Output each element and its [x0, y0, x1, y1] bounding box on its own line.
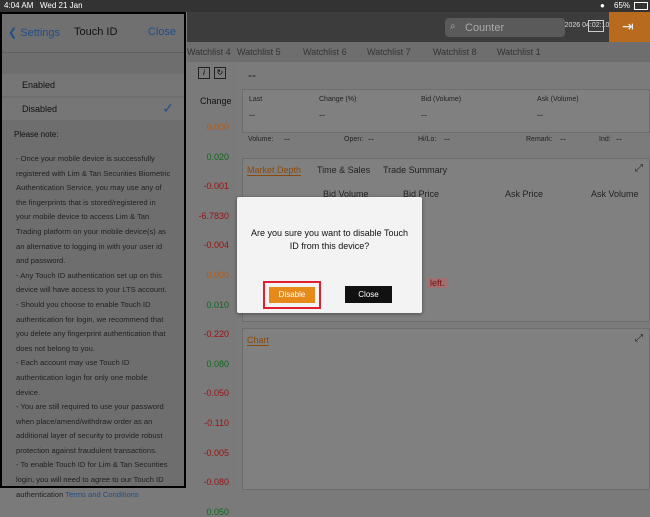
tab-watchlist-8[interactable]: Watchlist 8 — [433, 47, 477, 57]
quote-change-value: 0.000 — [206, 270, 229, 280]
ind-label: Ind: — [599, 136, 611, 143]
ind-value: -- — [616, 134, 622, 144]
tab-market-depth[interactable]: Market Depth — [247, 165, 302, 176]
mail-icon[interactable] — [588, 20, 604, 32]
quote-change-value: -0.004 — [203, 240, 229, 251]
note-paragraph: - You are still required to use your pas… — [16, 402, 164, 455]
remark-value: -- — [560, 134, 566, 144]
disable-button-highlight: Disable — [263, 281, 321, 309]
back-to-settings-button[interactable]: ❮ Settings — [8, 26, 60, 39]
quote-change-value: 0.020 — [206, 151, 229, 162]
settings-nav-bar: ❮ Settings Touch ID Close — [2, 14, 184, 53]
note-paragraph: - Each account may use Touch ID authenti… — [16, 358, 148, 397]
quote-change-value: -0.220 — [203, 329, 229, 340]
hilo-label: Hi/Lo: — [418, 136, 437, 143]
tab-watchlist-7[interactable]: Watchlist 7 — [367, 47, 411, 57]
battery-percent: 65% — [614, 1, 631, 10]
close-dialog-button[interactable]: Close — [345, 286, 392, 303]
note-title: Please note: — [14, 130, 59, 139]
tab-watchlist-6[interactable]: Watchlist 6 — [303, 47, 347, 57]
remark-label: Remark: — [526, 136, 553, 143]
quote-change-value: -0.001 — [203, 181, 229, 192]
note-paragraph: - Any Touch ID authentication set up on … — [16, 270, 167, 295]
volume-value: -- — [284, 134, 290, 144]
quote-change-value: 0.050 — [206, 506, 229, 517]
logout-button[interactable]: ⇥ — [609, 12, 650, 42]
option-disabled[interactable]: Disabled ✓ — [2, 98, 184, 120]
wifi-icon: ● — [600, 1, 605, 10]
tab-trade-summary[interactable]: Trade Summary — [383, 165, 447, 175]
quote-change-value: 0.010 — [206, 299, 229, 310]
status-time: 4:04 AM — [4, 1, 34, 10]
status-date: Wed 21 Jan — [40, 1, 83, 10]
tab-time-sales[interactable]: Time & Sales — [317, 165, 370, 175]
quote-list: i ↻ Change 0.000 0.020 -0.001 -6.7830 -0.004… — [192, 66, 232, 517]
ask-value: -- — [537, 110, 543, 120]
open-label: Open: — [344, 136, 364, 143]
back-label: Settings — [20, 27, 61, 39]
change-column-header: Change — [200, 96, 232, 106]
chart-tab[interactable]: Chart — [247, 335, 270, 346]
option-enabled-label: Enabled — [22, 80, 56, 90]
quote-change-value: -0.005 — [203, 447, 229, 458]
info-icon[interactable]: i — [198, 67, 210, 79]
touch-id-settings-pane: ❮ Settings Touch ID Close Enabled Disabl… — [0, 12, 186, 499]
quote-change-value: -0.050 — [203, 388, 229, 399]
search-icon: ⌕ — [450, 21, 456, 32]
expand-icon[interactable]: ⤢ — [635, 163, 643, 174]
chart-panel: Chart ⤢ — [242, 328, 650, 490]
note-paragraph: - Should you choose to enable Touch ID a… — [16, 299, 166, 353]
bid-label: Bid (Volume) — [421, 96, 462, 103]
last-value: -- — [249, 110, 255, 120]
ask-label: Ask (Volume) — [537, 96, 579, 103]
search-placeholder: Counter — [465, 22, 505, 34]
change-value: -- — [319, 110, 325, 120]
note-body: - Once your mobile device is successfull… — [16, 152, 172, 502]
ask-price-header: Ask Price — [505, 189, 544, 199]
settings-title: Touch ID — [74, 26, 118, 38]
option-disabled-label: Disabled — [22, 104, 58, 114]
tab-watchlist-5[interactable]: Watchlist 5 — [237, 47, 281, 57]
quote-change-value: -6.7830 — [198, 210, 229, 221]
note-paragraph: - Once your mobile device is successfull… — [16, 154, 171, 266]
tab-watchlist-1[interactable]: Watchlist 1 — [497, 47, 541, 57]
last-label: Last — [249, 96, 263, 103]
hilo-value: -- — [444, 134, 450, 144]
chevron-left-icon: ❮ — [8, 27, 18, 39]
volume-label: Volume: — [248, 136, 274, 143]
quote-change-value: -0.110 — [204, 418, 229, 428]
remaining-text: left. — [428, 278, 447, 288]
battery-icon — [634, 2, 648, 10]
chart-expand-icon[interactable]: ⤢ — [635, 333, 643, 344]
quote-change-value: -0.080 — [203, 477, 229, 488]
symbol-name: -- — [248, 68, 256, 82]
dialog-message: Are you sure you want to disable Touch I… — [251, 228, 408, 251]
bid-value: -- — [421, 110, 427, 120]
quote-change-value: 0.000 — [206, 122, 229, 132]
terms-link[interactable]: Terms and Conditions — [65, 490, 138, 499]
note-paragraph: - To enable Touch ID for Lim & Tan Secur… — [16, 458, 172, 502]
disable-touch-id-dialog: Are you sure you want to disable Touch I… — [237, 197, 422, 313]
app-header: Last login: 21-Jan-2026 04:02:10 ⌕ Count… — [187, 12, 650, 42]
tab-watchlist-4[interactable]: Watchlist 4 — [187, 47, 231, 57]
change-label: Change (%) — [319, 96, 357, 103]
settings-close-button[interactable]: Close — [148, 26, 176, 38]
open-value: -- — [368, 134, 374, 144]
quote-change-value: 0.080 — [206, 358, 229, 369]
counter-search-input[interactable]: ⌕ Counter — [445, 18, 565, 37]
checkmark-icon: ✓ — [162, 100, 174, 116]
logout-icon: ⇥ — [622, 18, 634, 34]
option-enabled[interactable]: Enabled — [2, 74, 184, 96]
refresh-icon[interactable]: ↻ — [214, 67, 226, 79]
status-bar: 4:04 AM Wed 21 Jan ● 65% — [0, 0, 650, 12]
quote-fields: Last -- Change (%) -- Bid (Volume) -- As… — [242, 89, 650, 133]
watchlist-tabs: Watchlist 4 Watchlist 5 Watchlist 6 Watc… — [187, 42, 650, 62]
disable-button[interactable]: Disable — [269, 287, 315, 303]
ask-volume-header: Ask Volume — [591, 189, 639, 199]
